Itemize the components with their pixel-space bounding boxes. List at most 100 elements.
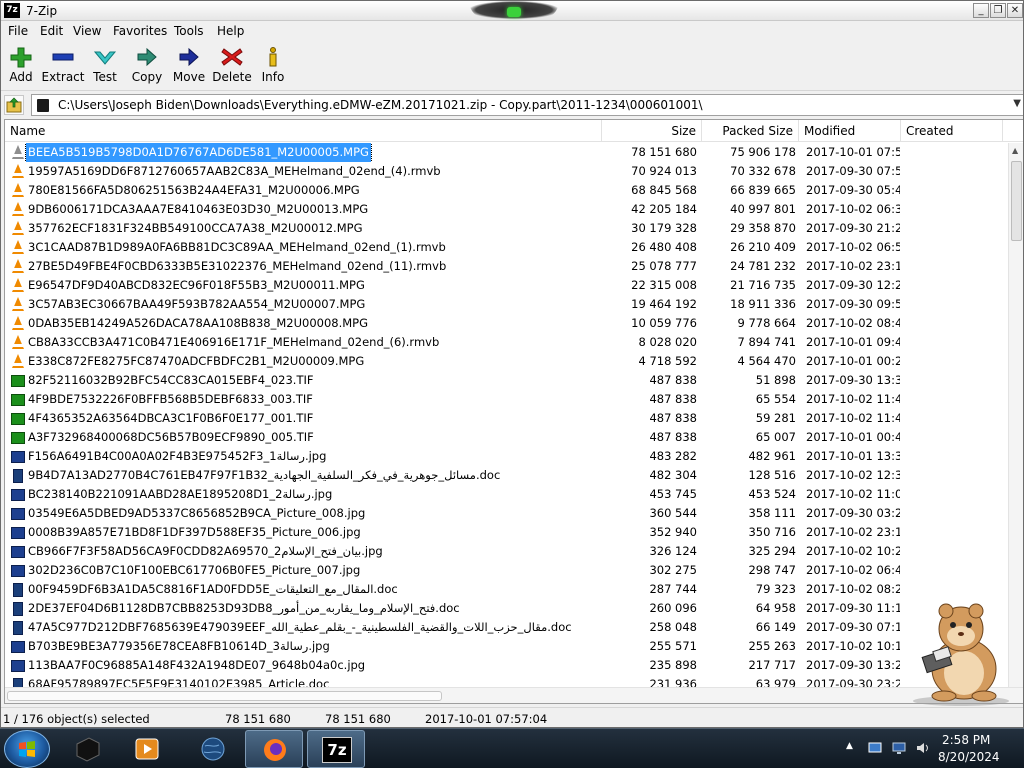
maximize-button[interactable]: ❐ [990,3,1006,18]
file-row[interactable]: F156A6491B4C00A0A02F4B3E975452F3_1رسالة.… [5,447,1005,466]
file-packed-size: 26 210 409 [730,240,796,254]
file-row[interactable]: B703BE9BE3A779356E78CEA8FB10614D_3رسالة.… [5,637,1005,656]
info-button[interactable]: Info [249,46,297,88]
vertical-scroll-thumb[interactable] [1011,161,1022,241]
file-name-cell: CB966F7F3F58AD56CA9F0CDD82A69570_2بيان_ف… [8,542,603,561]
up-folder-button[interactable] [4,95,24,115]
file-row[interactable]: 302D236C0B7C10F100EBC617706B0FE5_Picture… [5,561,1005,580]
speaker-icon[interactable] [916,741,930,755]
file-name-cell: B703BE9BE3A779356E78CEA8FB10614D_3رسالة.… [8,637,603,656]
file-size: 70 924 013 [631,164,697,178]
file-row[interactable]: 113BAA7F0C96885A148F432A1948DE07_9648b04… [5,656,1005,675]
menu-view[interactable]: View [73,24,101,38]
menu-tools[interactable]: Tools [174,24,204,38]
file-row[interactable]: 19597A5169DD6F8712760657AAB2C83A_MEHelma… [5,162,1005,181]
file-modified: 2017-10-02 08:43 [806,316,900,330]
path-input[interactable]: C:\Users\Joseph Biden\Downloads\Everythi… [31,94,1023,116]
file-row[interactable]: 0DAB35EB14249A526DACA78AA108B838_M2U0000… [5,314,1005,333]
menu-favorites[interactable]: Favorites [113,24,167,38]
title-bar[interactable]: 7z 7-Zip _ ❐ ✕ [1,1,1023,21]
file-modified: 2017-10-01 13:32 [806,449,900,463]
extract-button[interactable]: Extract [39,46,87,88]
column-created[interactable]: Created [901,120,1003,142]
file-row[interactable]: 82F52116032B92BFC54CC83CA015EBF4_023.TIF… [5,371,1005,390]
chevron-down-icon[interactable]: ▼ [1013,98,1021,109]
file-row[interactable]: E338C872FE8275FC87470ADCFBDFC2B1_M2U0000… [5,352,1005,371]
minimize-button[interactable]: _ [973,3,989,18]
test-button[interactable]: Test [81,46,129,88]
doc-icon [13,469,23,483]
file-list[interactable]: Name Size Packed Size Modified Created B… [4,119,1023,704]
file-row[interactable]: 9DB6006171DCA3AAA7E8410463E03D30_M2U0001… [5,200,1005,219]
taskbar-media-player[interactable] [118,730,176,768]
file-name: BC238140B221091AABD28AE1895208D1_2رسالة.… [28,487,333,501]
menu-file[interactable]: File [8,24,28,38]
file-name-cell: 2DE37EF04D6B1128DB7CBB8253D93DB8_فتح_الإ… [8,599,603,618]
file-name: B703BE9BE3A779356E78CEA8FB10614D_3رسالة.… [28,639,330,653]
file-row[interactable]: 00F9459DF6B3A1DA5C8816F1AD0FDD5E_المقال_… [5,580,1005,599]
file-modified: 2017-10-01 07:57 [806,145,900,159]
scroll-up-arrow-icon[interactable]: ▲ [1012,146,1018,155]
file-row[interactable]: 9B4D7A13AD2770B4C761EB47F97F1B32_مسائل_ج… [5,466,1005,485]
file-name-cell: 00F9459DF6B3A1DA5C8816F1AD0FDD5E_المقال_… [8,580,603,599]
file-row[interactable]: 357762ECF1831F324BB549100CCA7A38_M2U0001… [5,219,1005,238]
file-packed-size: 325 294 [748,544,796,558]
display-icon[interactable] [892,741,906,755]
file-packed-size: 65 554 [755,392,796,406]
file-modified: 2017-09-30 09:52 [806,297,900,311]
file-row[interactable]: 03549E6A5DBED9AD5337C8656852B9CA_Picture… [5,504,1005,523]
clock-date[interactable]: 8/20/2024 [938,750,1000,764]
toolbar: Add Extract Test Copy Move Delete Info [1,41,1023,91]
close-button[interactable]: ✕ [1007,3,1023,18]
file-row[interactable]: 0008B39A857E71BD8F1DF397D588EF35_Picture… [5,523,1005,542]
file-packed-size: 18 911 336 [730,297,796,311]
file-row[interactable]: BEEA5B519B5798D0A1D76767AD6DE581_M2U0000… [5,143,1005,162]
file-row[interactable]: E96547DF9D40ABCD832EC96F018F55B3_M2U0001… [5,276,1005,295]
file-row[interactable]: 47A5C977D212DBF7685639E479039EEF_مقال_حز… [5,618,1005,637]
jpg-icon [11,489,25,501]
file-name: 2DE37EF04D6B1128DB7CBB8253D93DB8_فتح_الإ… [28,601,460,615]
file-name: 0008B39A857E71BD8F1DF397D588EF35_Picture… [28,525,361,539]
clock-time[interactable]: 2:58 PM [942,733,990,747]
copy-button[interactable]: Copy [123,46,171,88]
file-packed-size: 298 747 [748,563,796,577]
column-name[interactable]: Name [5,120,602,142]
file-row[interactable]: BC238140B221091AABD28AE1895208D1_2رسالة.… [5,485,1005,504]
menu-edit[interactable]: Edit [40,24,63,38]
horizontal-scroll-thumb[interactable] [7,691,442,701]
file-row[interactable]: 27BE5D49FBE4F0CBD6333B5E31022376_MEHelma… [5,257,1005,276]
taskbar-globe[interactable] [184,730,242,768]
file-size: 360 544 [649,506,697,520]
file-name: 0DAB35EB14249A526DACA78AA108B838_M2U0000… [28,316,369,330]
file-row[interactable]: 4F4365352A63564DBCA3C1F0B6F0E177_001.TIF… [5,409,1005,428]
column-modified[interactable]: Modified [799,120,901,142]
file-name-cell: 47A5C977D212DBF7685639E479039EEF_مقال_حز… [8,618,603,637]
menu-help[interactable]: Help [217,24,244,38]
taskbar-firefox[interactable] [245,730,303,768]
file-row[interactable]: A3F732968400068DC56B57B09ECF9890_005.TIF… [5,428,1005,447]
sevenzip-app-icon: 7z [4,3,20,18]
network-icon[interactable] [868,741,882,755]
file-row[interactable]: 780E81566FA5D806251563B24A4EFA31_M2U0000… [5,181,1005,200]
plus-icon [10,47,32,68]
file-row[interactable]: 2DE37EF04D6B1128DB7CBB8253D93DB8_فتح_الإ… [5,599,1005,618]
file-size: 487 838 [649,430,697,444]
taskbar-app-1[interactable] [58,730,116,768]
column-size[interactable]: Size [602,120,702,142]
horizontal-scrollbar[interactable] [5,687,1023,703]
file-row[interactable]: 3C1CAAD87B1D989A0FA6BB81DC3C89AA_MEHelma… [5,238,1005,257]
jpg-icon [11,565,25,577]
file-row[interactable]: 4F9BDE7532226F0BFFB568B5DEBF6833_003.TIF… [5,390,1005,409]
taskbar-7zip[interactable]: 7z [307,730,365,768]
start-button[interactable] [4,730,50,768]
file-size: 68 845 568 [631,183,697,197]
move-button[interactable]: Move [165,46,213,88]
tray-expand-icon[interactable]: ▲ [846,741,860,755]
column-packed-size[interactable]: Packed Size [702,120,799,142]
hover-ornament [469,1,559,19]
file-name-cell: 302D236C0B7C10F100EBC617706B0FE5_Picture… [8,561,603,580]
file-row[interactable]: 3C57AB3EC30667BAA49F593B782AA554_M2U0000… [5,295,1005,314]
file-size: 235 898 [649,658,697,672]
file-row[interactable]: CB8A33CCB3A471C0B471E406916E171F_MEHelma… [5,333,1005,352]
file-row[interactable]: CB966F7F3F58AD56CA9F0CDD82A69570_2بيان_ف… [5,542,1005,561]
